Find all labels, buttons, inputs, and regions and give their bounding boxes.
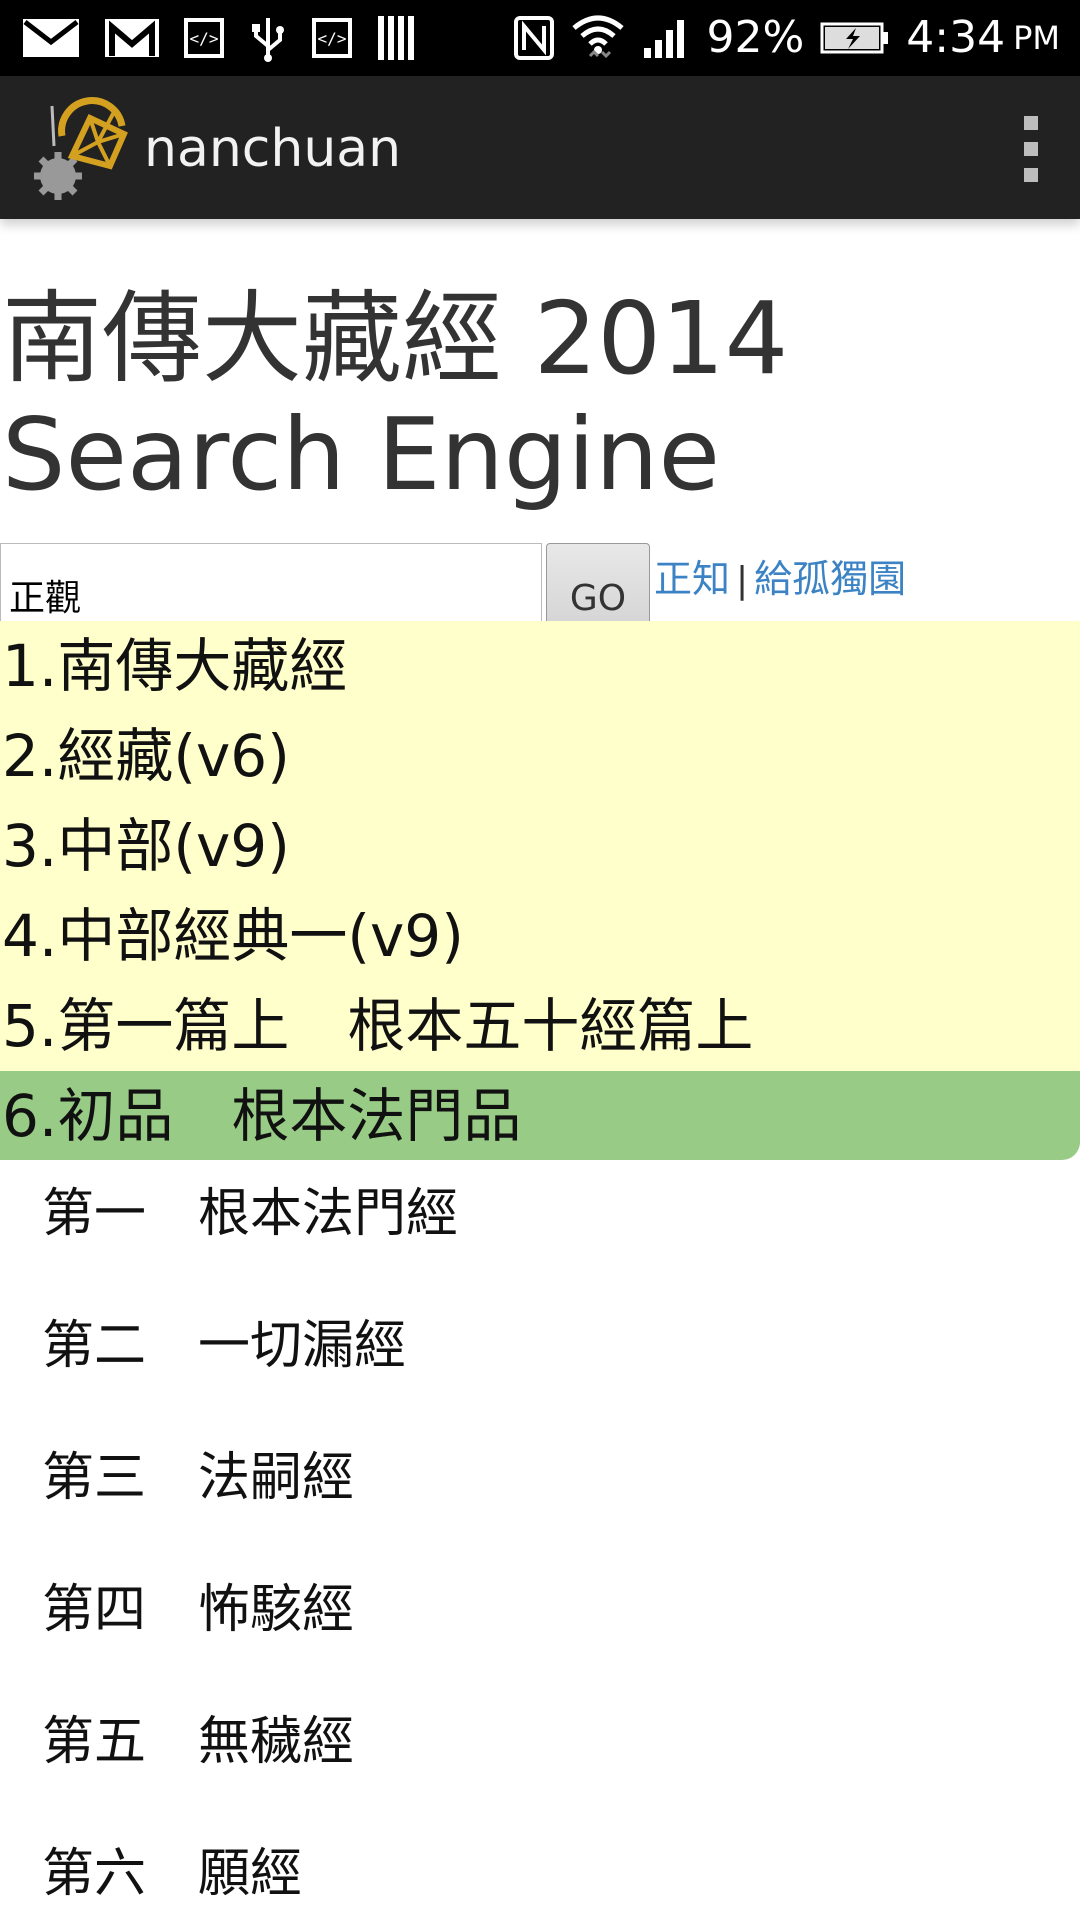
- battery-charging-icon: [820, 22, 889, 54]
- breadcrumb-current-label: 6.初品 根本法門品: [2, 1082, 522, 1150]
- page-title-line2: Search Engine: [2, 396, 721, 513]
- gmail-icon: [105, 19, 159, 57]
- nfc-icon: [514, 16, 555, 60]
- list-item[interactable]: 第一 根本法門經: [42, 1182, 458, 1246]
- mail-icon: [23, 19, 79, 57]
- breadcrumb-item[interactable]: 5.第一篇上 根本五十經篇上: [2, 981, 753, 1071]
- quick-links: 正知 | 給孤獨園: [654, 549, 906, 611]
- code-icon: </>: [184, 18, 224, 58]
- status-bar: </> </> 92% 4:34 PM: [0, 0, 1080, 76]
- signal-icon: [644, 20, 685, 58]
- app-title: nanchuan: [144, 119, 402, 179]
- search-form: GO 正知|給孤獨園: [0, 543, 1080, 653]
- link-separator: |: [736, 560, 749, 601]
- battery-percent: 92%: [706, 12, 805, 63]
- breadcrumb-item[interactable]: 4.中部經典一(v9): [2, 891, 464, 981]
- overflow-menu-icon[interactable]: [1010, 116, 1052, 182]
- list-item[interactable]: 第五 無穢經: [42, 1710, 354, 1774]
- notification-icons: </> </>: [22, 12, 418, 64]
- page-title-line1: 南傳大藏經 2014: [2, 280, 789, 397]
- breadcrumb-current: 6.初品 根本法門品: [0, 1071, 1080, 1160]
- clock-ampm: PM: [1013, 19, 1060, 57]
- breadcrumb: 1.南傳大藏經 2.經藏(v6) 3.中部(v9) 4.中部經典一(v9) 5.…: [0, 621, 1080, 1071]
- system-icons: 92% 4:34 PM: [514, 0, 1060, 76]
- link-jetavana[interactable]: 給孤獨園: [754, 557, 906, 601]
- page-title: 南傳大藏經 2014 Search Engine: [2, 281, 788, 513]
- usb-icon: [252, 18, 284, 62]
- wifi-icon: [572, 15, 625, 59]
- breadcrumb-item[interactable]: 1.南傳大藏經: [2, 621, 347, 711]
- svg-text:</>: </>: [190, 29, 219, 48]
- clock: 4:34: [906, 12, 1006, 63]
- app-logo-icon[interactable]: [32, 96, 138, 202]
- list-item[interactable]: 第四 怖駭經: [42, 1578, 354, 1642]
- list-item[interactable]: 第二 一切漏經: [42, 1314, 406, 1378]
- svg-text:</>: </>: [318, 29, 347, 48]
- code-icon: </>: [312, 18, 352, 58]
- link-zhengzhi[interactable]: 正知: [654, 557, 730, 601]
- breadcrumb-item[interactable]: 3.中部(v9): [2, 801, 290, 891]
- barcode-icon: [378, 16, 414, 60]
- list-item[interactable]: 第六 願經: [42, 1842, 302, 1906]
- app-bar: nanchuan: [0, 76, 1080, 219]
- list-item[interactable]: 第三 法嗣經: [42, 1446, 354, 1510]
- breadcrumb-item[interactable]: 2.經藏(v6): [2, 711, 290, 801]
